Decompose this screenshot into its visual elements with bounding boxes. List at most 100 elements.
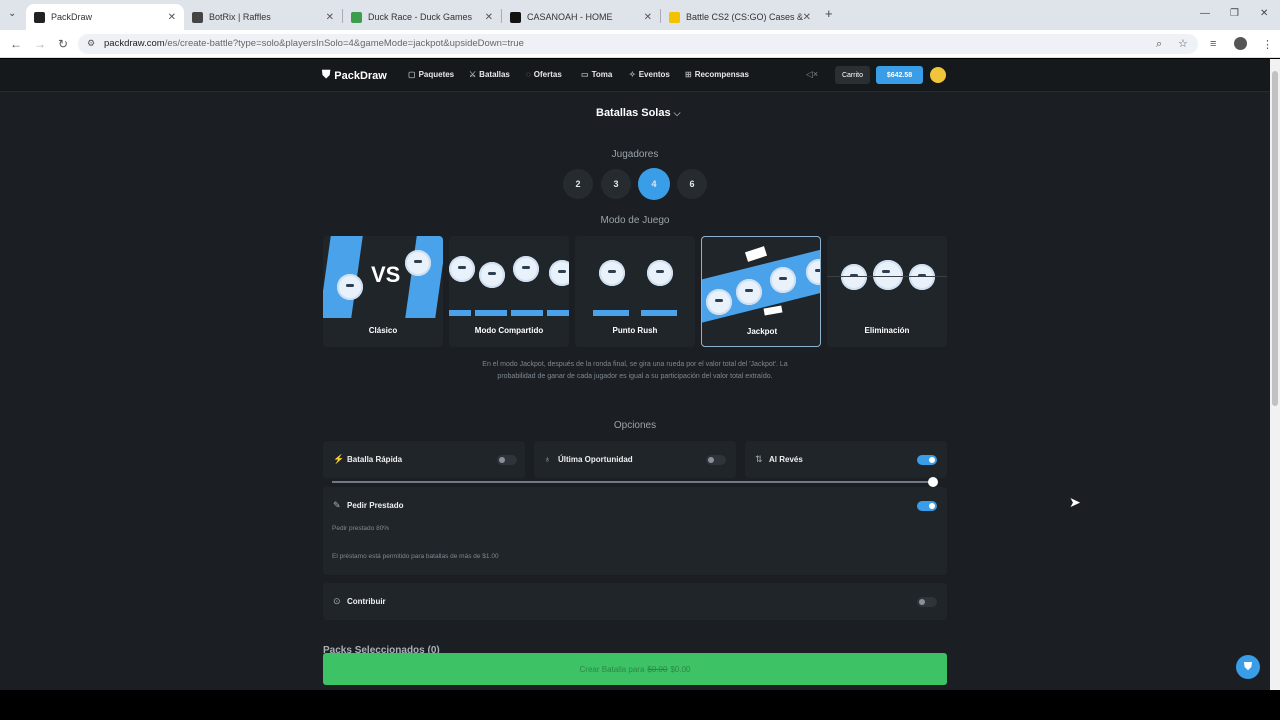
tab-duck-race[interactable]: Duck Race - Duck Games ✕ xyxy=(343,4,501,30)
option-label: Batalla Rápida xyxy=(347,455,403,464)
mode-label: Jackpot xyxy=(746,327,778,336)
draw-icon: ▭ xyxy=(581,70,589,79)
close-icon[interactable]: ✕ xyxy=(485,12,493,23)
back-icon[interactable]: ← xyxy=(10,37,22,51)
borrow-icon: ✎ xyxy=(333,500,341,510)
browser-tab-strip: ⌄ PackDraw ✕ BotRix | Raffles ✕ Duck Rac… xyxy=(0,0,1280,30)
player-face-icon xyxy=(479,262,505,288)
reload-icon[interactable]: ↻ xyxy=(58,37,68,51)
media-icon[interactable]: ≡ xyxy=(1210,38,1216,50)
speaker-mute-icon[interactable]: ◁× xyxy=(806,69,818,80)
lightbulb-icon: ♁ xyxy=(544,454,551,464)
logo-text: PackDraw xyxy=(334,69,387,82)
avatar[interactable] xyxy=(930,67,946,83)
restore-icon[interactable]: ❐ xyxy=(1230,8,1239,19)
close-icon[interactable]: ✕ xyxy=(168,12,176,23)
mode-card-jackpot[interactable]: Jackpot xyxy=(701,236,821,347)
mode-card-punto-rush[interactable]: Punto Rush xyxy=(575,236,695,347)
tab-search-icon[interactable]: ⌄ xyxy=(8,8,16,19)
players-option-2[interactable]: 2 xyxy=(563,169,593,199)
contribute-toggle[interactable] xyxy=(917,597,937,607)
events-icon: ✧ xyxy=(629,70,636,79)
balance-button[interactable]: $642.58 xyxy=(876,66,923,84)
bookmark-star-icon[interactable]: ☆ xyxy=(1178,37,1188,50)
close-icon[interactable]: ✕ xyxy=(326,12,334,23)
mode-card-compartido[interactable]: Modo Compartido xyxy=(449,236,569,347)
packdraw-logo[interactable]: ⛊ PackDraw xyxy=(322,69,387,82)
player-face-icon xyxy=(909,264,935,290)
nav-ofertas[interactable]: ◌ Ofertas xyxy=(526,70,562,79)
mode-card-clasico[interactable]: VS Clásico xyxy=(323,236,443,347)
packdraw-favicon xyxy=(34,11,45,23)
url-field[interactable]: ⚙ packdraw.com/es/create-battle?type=sol… xyxy=(78,34,1198,54)
clasico-art: VS xyxy=(323,236,443,318)
url-host: packdraw.com xyxy=(104,38,165,49)
mode-card-eliminacion[interactable]: Eliminación xyxy=(827,236,947,347)
battle-type-dropdown[interactable]: Batallas Solas ⌵ xyxy=(596,107,680,119)
players-option-3[interactable]: 3 xyxy=(601,169,631,199)
game-mode-heading: Modo de Juego xyxy=(600,215,670,226)
mode-label: Punto Rush xyxy=(612,326,658,335)
check-circle-icon: ⊙ xyxy=(333,596,341,606)
option-ultima-oportunidad: ♁ Última Oportunidad xyxy=(534,441,736,478)
offer-icon: ◌ xyxy=(526,70,531,79)
menu-kebab-icon[interactable]: ⋮ xyxy=(1262,38,1273,51)
new-tab-icon[interactable]: + xyxy=(825,6,833,21)
nav-label: Eventos xyxy=(638,70,670,79)
create-old-price: $0.00 xyxy=(647,664,668,674)
tab-packdraw[interactable]: PackDraw ✕ xyxy=(26,4,184,30)
upside-down-icon: ⇅ xyxy=(755,454,763,464)
nav-label: Batallas xyxy=(479,70,510,79)
support-chat-icon[interactable]: ⛊ xyxy=(1236,655,1260,679)
borrow-toggle[interactable] xyxy=(917,501,937,511)
borrow-slider-handle[interactable] xyxy=(928,477,938,487)
site-navbar: ⛊ PackDraw ▢ Paquetes ⚔ Batallas ◌ Ofertas … xyxy=(0,59,1270,92)
jackpot-art xyxy=(702,237,820,324)
eliminacion-art xyxy=(827,236,947,318)
players-option-6[interactable]: 6 xyxy=(677,169,707,199)
blue-bar xyxy=(449,310,471,316)
player-face-icon xyxy=(599,260,625,286)
close-icon[interactable]: ✕ xyxy=(644,12,652,23)
players-option-4[interactable]: 4 xyxy=(638,168,670,200)
divider-line xyxy=(827,276,947,277)
tab-casanoah[interactable]: CASANOAH - HOME ✕ xyxy=(502,4,660,30)
player-face-icon xyxy=(449,256,475,282)
scrollbar-thumb[interactable] xyxy=(1272,71,1278,406)
cart-button[interactable]: Carrito xyxy=(835,66,870,84)
nav-toma[interactable]: ▭ Toma xyxy=(581,70,612,79)
site-info-icon[interactable]: ⚙ xyxy=(87,38,95,49)
ticket-icon xyxy=(763,305,783,316)
nav-eventos[interactable]: ✧ Eventos xyxy=(629,70,670,79)
page-scrollbar[interactable] xyxy=(1270,59,1280,690)
last-chance-toggle[interactable] xyxy=(706,455,726,465)
punto-rush-art xyxy=(575,236,695,318)
forward-icon[interactable]: → xyxy=(34,37,46,51)
ticket-icon xyxy=(744,246,768,262)
borrow-slider-track[interactable] xyxy=(332,481,934,483)
window-close-icon[interactable]: ✕ xyxy=(1260,8,1268,19)
create-battle-button[interactable]: Crear Batalla para $0.00 $0.00 xyxy=(323,653,947,685)
upside-down-toggle[interactable] xyxy=(917,455,937,465)
tab-battle-cs2[interactable]: Battle CS2 (CS:GO) Cases & Get ✕ xyxy=(661,4,819,30)
nav-paquetes[interactable]: ▢ Paquetes xyxy=(408,70,454,79)
page-content: ⛊ PackDraw ▢ Paquetes ⚔ Batallas ◌ Ofertas … xyxy=(0,59,1270,690)
mode-label: Clásico xyxy=(368,326,398,335)
zoom-icon[interactable]: ⌕ xyxy=(1156,38,1162,51)
logo-shield-icon: ⛊ xyxy=(322,69,331,81)
blue-bar xyxy=(475,310,507,316)
nav-label: Ofertas xyxy=(533,70,562,79)
option-batalla-rapida: ⚡ Batalla Rápida xyxy=(323,441,525,478)
tab-title: CASANOAH - HOME xyxy=(527,12,613,22)
close-icon[interactable]: ✕ xyxy=(803,12,811,23)
cs2-favicon xyxy=(669,11,680,23)
option-pedir-prestado: ✎ Pedir Prestado Pedir prestado 80% El p… xyxy=(323,487,947,575)
profile-icon[interactable] xyxy=(1234,37,1247,50)
nav-recompensas[interactable]: ⊞ Recompensas xyxy=(685,70,749,79)
quick-battle-toggle[interactable] xyxy=(497,455,517,465)
player-face-icon xyxy=(513,256,539,282)
minimize-icon[interactable]: — xyxy=(1200,8,1210,19)
nav-batallas[interactable]: ⚔ Batallas xyxy=(469,70,510,79)
tab-botrix[interactable]: BotRix | Raffles ✕ xyxy=(184,4,342,30)
tab-title: Duck Race - Duck Games xyxy=(368,12,473,22)
